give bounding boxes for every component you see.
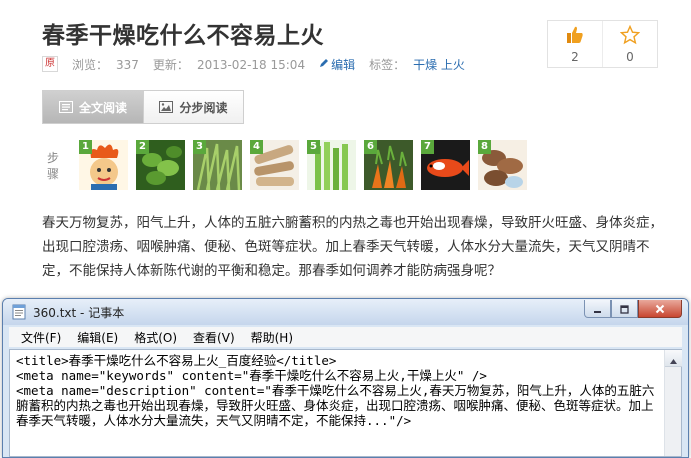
updated: 更新： 2013-02-18 15:04 xyxy=(153,56,305,73)
favorite-button[interactable]: 0 xyxy=(602,21,657,67)
step-number: 7 xyxy=(421,140,434,154)
close-icon xyxy=(655,299,665,318)
maximize-icon xyxy=(620,299,629,318)
notepad-menubar: 文件(F) 编辑(E) 格式(O) 查看(V) 帮助(H) xyxy=(9,327,682,347)
menu-view[interactable]: 查看(V) xyxy=(191,329,237,346)
menu-edit[interactable]: 编辑(E) xyxy=(75,329,120,346)
intro-paragraph: 春天万物复苏，阳气上升，人体的五脏六腑蓄积的内热之毒也开始出现春燥，导致肝火旺盛… xyxy=(42,215,663,279)
window-controls xyxy=(584,300,682,318)
notepad-title: 360.txt - 记事本 xyxy=(33,305,125,320)
notepad-window: 360.txt - 记事本 文件(F) 编辑(E) 格式(O) 查看(V) 帮助… xyxy=(2,298,689,458)
picture-icon xyxy=(159,101,174,113)
step-thumbnail[interactable]: 2 xyxy=(136,140,185,190)
edit-label: 编辑 xyxy=(331,57,356,72)
step-number: 2 xyxy=(136,140,149,154)
edit-link[interactable]: 编辑 xyxy=(319,56,355,73)
minimize-icon xyxy=(593,299,602,318)
text-line: <title>春季干燥吃什么不容易上火_百度经验</title> xyxy=(16,353,337,368)
star-icon xyxy=(619,24,641,50)
vertical-scrollbar[interactable] xyxy=(664,350,682,456)
text-line: <meta name="keywords" content="春季干燥吃什么不容… xyxy=(16,368,487,383)
favorite-count: 0 xyxy=(626,49,634,64)
tags-label: 标签： xyxy=(369,57,406,72)
step-number: 4 xyxy=(250,140,263,154)
notepad-text-area[interactable]: <title>春季干燥吃什么不容易上火_百度经验</title> <meta n… xyxy=(9,349,682,457)
notepad-app-icon xyxy=(11,304,27,320)
step-thumbnail[interactable]: 6 xyxy=(364,140,413,190)
step-number: 6 xyxy=(364,140,377,154)
document-icon xyxy=(58,101,73,113)
notepad-titlebar[interactable]: 360.txt - 记事本 xyxy=(3,299,688,325)
like-count: 2 xyxy=(571,49,579,64)
original-badge: 原 xyxy=(42,56,58,72)
menu-file[interactable]: 文件(F) xyxy=(19,329,63,346)
step-number: 1 xyxy=(79,140,92,154)
text-line: <meta name="description" content="春季干燥吃什… xyxy=(16,383,655,428)
thumbs-up-icon xyxy=(565,25,585,50)
step-number: 3 xyxy=(193,140,206,154)
step-thumbnail[interactable]: 8 xyxy=(478,140,527,190)
views: 浏览： 337 xyxy=(72,56,139,73)
vote-box: 2 0 xyxy=(547,20,658,68)
tab-step-read-label: 分步阅读 xyxy=(179,100,228,115)
step-thumbnail[interactable]: 4 xyxy=(250,140,299,190)
menu-format[interactable]: 格式(O) xyxy=(132,329,179,346)
maximize-button[interactable] xyxy=(611,300,638,318)
close-button[interactable] xyxy=(638,300,682,318)
updated-label: 更新： xyxy=(152,57,189,72)
views-value: 337 xyxy=(116,57,139,72)
tags-link[interactable]: 干燥 上火 xyxy=(413,56,465,73)
step-number: 8 xyxy=(478,140,491,154)
updated-value: 2013-02-18 15:04 xyxy=(196,57,306,72)
read-mode-tabs: 全文阅读 分步阅读 xyxy=(42,90,244,124)
step-thumbnail[interactable]: 7 xyxy=(421,140,470,190)
pencil-icon xyxy=(319,57,329,71)
tab-full-text[interactable]: 全文阅读 xyxy=(43,91,143,123)
page-title: 春季干燥吃什么不容易上火 xyxy=(42,23,324,49)
scroll-up-button[interactable] xyxy=(665,350,682,367)
step-thumbnail[interactable]: 5 xyxy=(307,140,356,190)
step-number: 5 xyxy=(307,140,320,154)
like-button[interactable]: 2 xyxy=(548,21,602,67)
steps-label: 步骤 xyxy=(46,151,59,181)
tab-full-text-label: 全文阅读 xyxy=(78,100,127,115)
step-thumbnail[interactable]: 1 xyxy=(79,140,128,190)
menu-help[interactable]: 帮助(H) xyxy=(249,329,295,346)
tab-step-read[interactable]: 分步阅读 xyxy=(143,91,243,123)
chevron-up-icon xyxy=(670,349,677,368)
step-thumbnail[interactable]: 3 xyxy=(193,140,242,190)
article-meta: 原 浏览： 337 更新： 2013-02-18 15:04 编辑 标签： 干燥 上… xyxy=(42,56,465,72)
views-label: 浏览： xyxy=(72,57,109,72)
step-thumbnails: 1 2 3 4 5 6 7 8 xyxy=(79,140,535,190)
minimize-button[interactable] xyxy=(584,300,611,318)
